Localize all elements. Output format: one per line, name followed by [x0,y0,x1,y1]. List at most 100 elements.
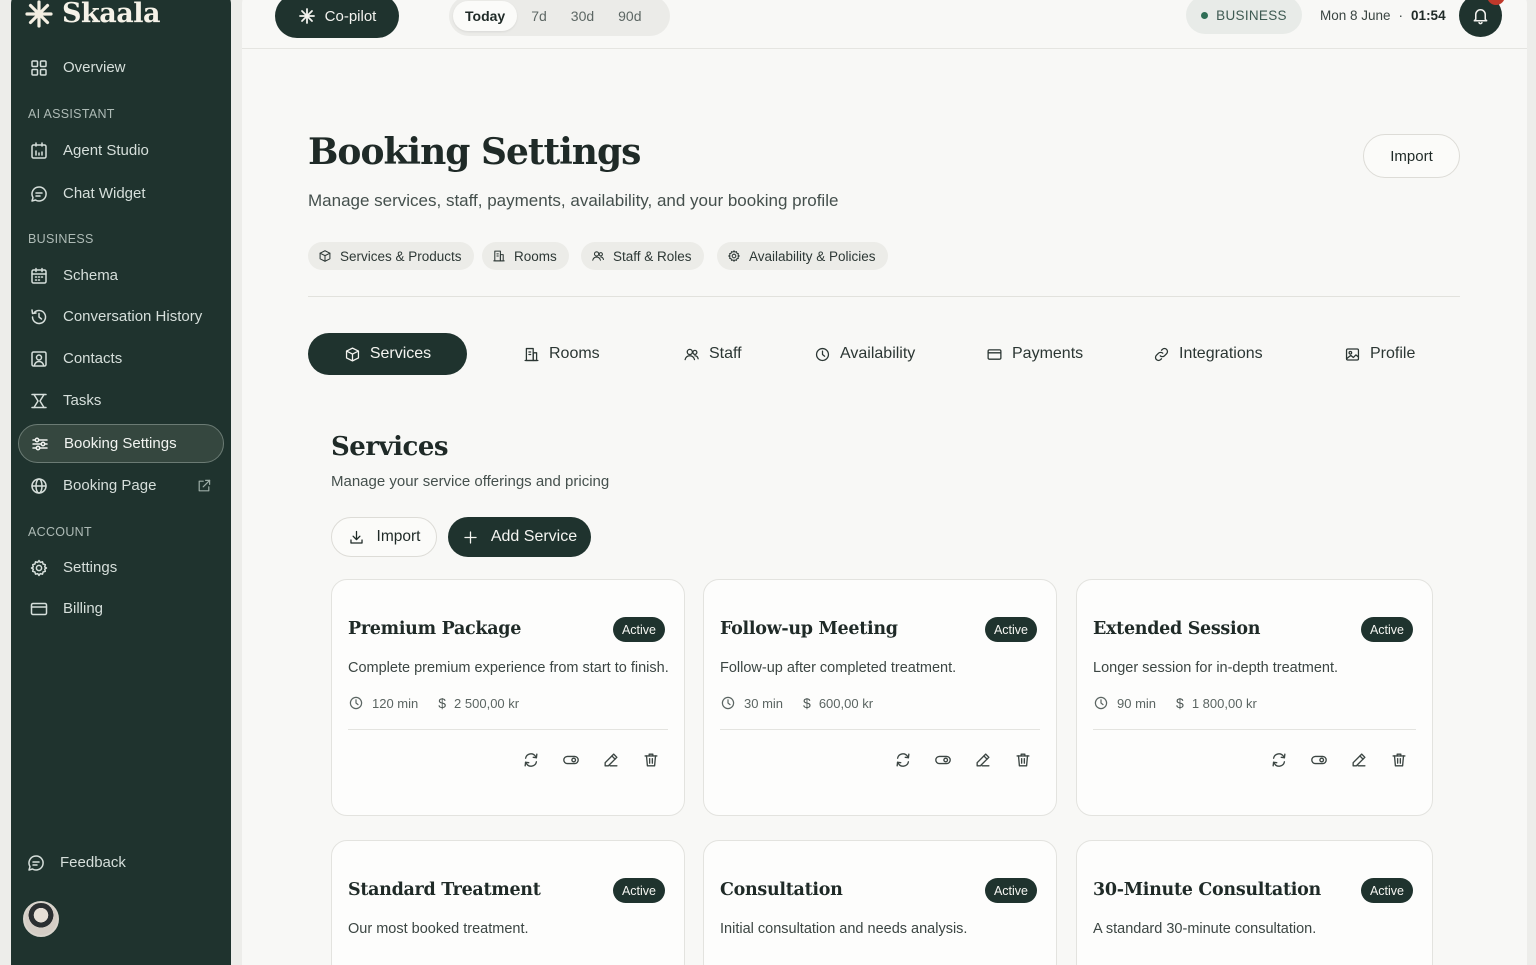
tab-services[interactable]: Services [308,333,467,375]
service-description: Initial consultation and needs analysis. [720,921,968,937]
tab-integrations[interactable]: Integrations [1153,333,1263,375]
sidebar-item-label: Settings [63,559,118,576]
service-name: Standard Treatment [348,880,541,900]
avatar[interactable] [23,901,59,937]
tab-profile[interactable]: Profile [1344,333,1415,375]
service-price: 2 500,00 kr [454,695,520,711]
service-price: 1 800,00 kr [1191,695,1257,711]
service-meta: 30 min $ 600,00 kr [720,695,873,711]
copilot-label: Co-pilot [324,7,377,25]
service-description: Longer session for in-depth treatment. [1093,660,1339,676]
clock-icon [348,695,364,711]
service-description: Our most booked treatment. [348,921,529,937]
sidebar-item-booking-settings[interactable]: Booking Settings [18,424,224,463]
history-icon [29,307,49,327]
service-card[interactable]: 30-Minute Consultation Active A standard… [1076,840,1433,965]
status-badge: Active [1360,878,1413,903]
refresh-icon[interactable] [1270,751,1288,769]
grid-icon [29,58,49,78]
import-services-button[interactable]: Import [331,517,437,557]
service-card[interactable]: Premium Package Active Complete premium … [331,579,685,816]
tab-label: Profile [1370,345,1416,362]
range-option-today[interactable]: Today [453,1,518,31]
service-card[interactable]: Standard Treatment Active Our most booke… [331,840,685,965]
sidebar-item-label: Booking Page [63,477,157,494]
business-badge[interactable]: BUSINESS [1186,0,1302,34]
sidebar-item-chat-widget[interactable]: Chat Widget [18,174,224,213]
trash-icon[interactable] [1390,751,1408,769]
import-button[interactable]: Import [1363,134,1460,178]
copilot-button[interactable]: Co-pilot [275,0,399,38]
brand-name: Skaala [62,0,160,29]
sidebar-item-label: Conversation History [63,308,203,325]
card-actions [522,751,660,769]
sliders-icon [30,434,50,454]
tab-label: Rooms [549,345,600,362]
tab-staff[interactable]: Staff [683,333,742,375]
service-name: Extended Session [1093,619,1261,639]
refresh-icon[interactable] [894,751,912,769]
service-duration: 90 min [1117,695,1157,711]
globe-icon [29,476,49,496]
calendar-icon [29,266,49,286]
tasks-icon [29,391,49,411]
card-divider [348,729,668,730]
add-service-button[interactable]: Add Service [448,517,591,557]
toggle-icon[interactable] [1310,751,1328,769]
add-service-label: Add Service [490,528,578,545]
clock-icon [720,695,736,711]
sidebar-item-label: Contacts [63,350,123,367]
chip-rooms[interactable]: Rooms [482,242,569,270]
status-badge: Active [984,617,1037,642]
brand[interactable]: Skaala [24,0,160,29]
chip-staff-roles[interactable]: Staff & Roles [581,242,704,270]
sidebar-item-settings[interactable]: Settings [18,548,224,587]
service-meta: 120 min $ 2 500,00 kr [348,695,519,711]
sidebar-item-agent-studio[interactable]: Agent Studio [18,131,224,170]
sidebar-item-booking-page[interactable]: Booking Page [18,466,224,505]
tab-availability[interactable]: Availability [814,333,915,375]
section-label-account: ACCOUNT [28,525,92,539]
service-description: Complete premium experience from start t… [348,660,669,676]
business-badge-label: BUSINESS [1216,7,1287,23]
toggle-icon[interactable] [562,751,580,769]
sidebar-item-overview[interactable]: Overview [18,48,224,87]
range-option-30d[interactable]: 30d [561,1,604,31]
sidebar-item-feedback[interactable]: Feedback [15,843,221,882]
toggle-icon[interactable] [934,751,952,769]
range-option-90d[interactable]: 90d [608,1,651,31]
chip-availability-policies[interactable]: Availability & Policies [717,242,888,270]
sidebar-item-label: Overview [63,59,126,76]
trash-icon[interactable] [1014,751,1032,769]
dollar-icon: $ [803,695,811,711]
sidebar-item-contacts[interactable]: Contacts [18,339,224,378]
range-option-7d[interactable]: 7d [521,1,557,31]
service-card[interactable]: Extended Session Active Longer session f… [1076,579,1433,816]
sidebar-item-conversation-history[interactable]: Conversation History [18,297,224,336]
gear-icon [29,558,49,578]
chat-bubble-icon [29,184,49,204]
refresh-icon[interactable] [522,751,540,769]
tab-payments[interactable]: Payments [986,333,1083,375]
chip-label: Availability & Policies [749,248,876,264]
sidebar-item-tasks[interactable]: Tasks [18,381,224,420]
tab-rooms[interactable]: Rooms [523,333,600,375]
edit-icon[interactable] [974,751,992,769]
service-card[interactable]: Follow-up Meeting Active Follow-up after… [703,579,1057,816]
page-subtitle: Manage services, staff, payments, availa… [308,191,839,210]
chip-services-products[interactable]: Services & Products [308,242,474,270]
sidebar-item-billing[interactable]: Billing [18,589,224,628]
sidebar-item-label: Booking Settings [64,435,177,452]
building-icon [492,249,506,263]
status-badge: Active [612,878,665,903]
external-link-icon[interactable] [196,478,212,494]
chip-label: Services & Products [340,248,462,264]
link-icon [1153,346,1170,363]
service-card[interactable]: Consultation Active Initial consultation… [703,840,1057,965]
edit-icon[interactable] [602,751,620,769]
sidebar-item-schema[interactable]: Schema [18,256,224,295]
credit-card-icon [986,346,1003,363]
trash-icon[interactable] [642,751,660,769]
header-divider [308,296,1460,297]
edit-icon[interactable] [1350,751,1368,769]
